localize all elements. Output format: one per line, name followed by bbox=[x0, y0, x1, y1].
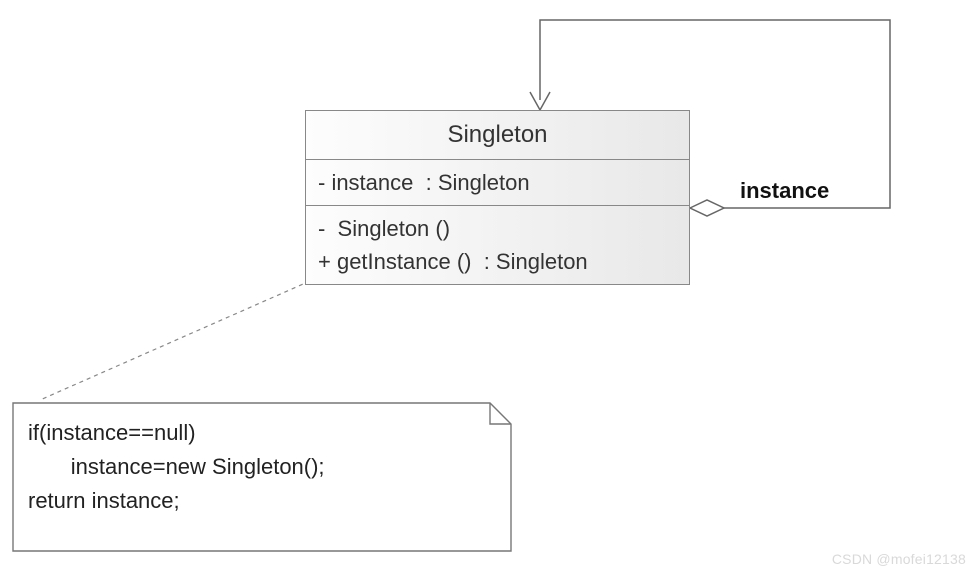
note-line: instance=new Singleton(); bbox=[28, 450, 496, 484]
uml-note: if(instance==null) instance=new Singleto… bbox=[12, 402, 512, 552]
note-line: if(instance==null) bbox=[28, 416, 496, 450]
uml-class-name: Singleton bbox=[306, 111, 689, 160]
uml-operation-row: + getInstance () : Singleton bbox=[318, 245, 677, 278]
uml-operations-compartment: - Singleton () + getInstance () : Single… bbox=[306, 206, 689, 284]
uml-operation-row: - Singleton () bbox=[318, 212, 677, 245]
uml-attribute-row: - instance : Singleton bbox=[318, 166, 677, 199]
class-name-text: Singleton bbox=[447, 121, 547, 148]
note-line: return instance; bbox=[28, 484, 496, 518]
uml-class-singleton: Singleton - instance : Singleton - Singl… bbox=[305, 110, 690, 285]
association-role-label: instance bbox=[740, 178, 829, 204]
watermark-text: CSDN @mofei12138 bbox=[832, 551, 966, 567]
uml-note-body: if(instance==null) instance=new Singleto… bbox=[12, 402, 512, 552]
uml-attributes-compartment: - instance : Singleton bbox=[306, 160, 689, 206]
